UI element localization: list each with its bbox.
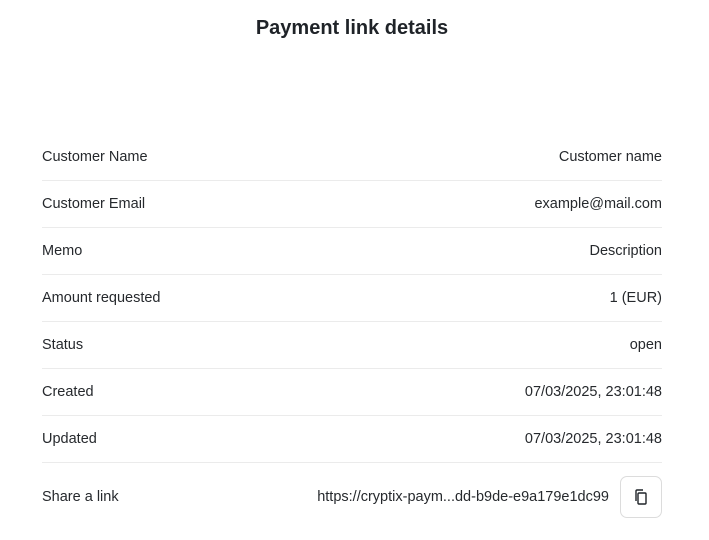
updated-value: 07/03/2025, 23:01:48 [524,431,662,447]
share-link-label: Share a link [42,489,119,505]
detail-row-customer-email: Customer Email example@mail.com [42,181,662,228]
status-value: open [629,337,662,353]
memo-value: Description [589,243,662,259]
detail-row-status: Status open [42,322,662,369]
created-label: Created [42,384,94,400]
share-link-url: https://cryptix-paym...dd-b9de-e9a179e1d… [317,489,609,505]
created-value: 07/03/2025, 23:01:48 [524,384,662,400]
detail-row-memo: Memo Description [42,228,662,275]
copy-icon [635,489,647,505]
amount-value: 1 (EUR) [609,290,662,306]
copy-link-button[interactable] [620,476,662,518]
detail-row-amount: Amount requested 1 (EUR) [42,275,662,322]
detail-row-created: Created 07/03/2025, 23:01:48 [42,369,662,416]
updated-label: Updated [42,431,97,447]
status-label: Status [42,337,84,353]
detail-row-share-link: Share a link https://cryptix-paym...dd-b… [42,463,662,531]
customer-name-label: Customer Name [42,149,148,165]
share-link-group: https://cryptix-paym...dd-b9de-e9a179e1d… [317,476,662,518]
detail-row-updated: Updated 07/03/2025, 23:01:48 [42,416,662,463]
detail-row-customer-name: Customer Name Customer name [42,134,662,181]
customer-email-value: example@mail.com [534,196,662,212]
page-title: Payment link details [255,17,449,39]
memo-label: Memo [42,243,83,259]
customer-name-value: Customer name [558,149,662,165]
customer-email-label: Customer Email [42,196,146,212]
payment-details-list: Customer Name Customer name Customer Ema… [42,134,662,531]
amount-label: Amount requested [42,290,161,306]
